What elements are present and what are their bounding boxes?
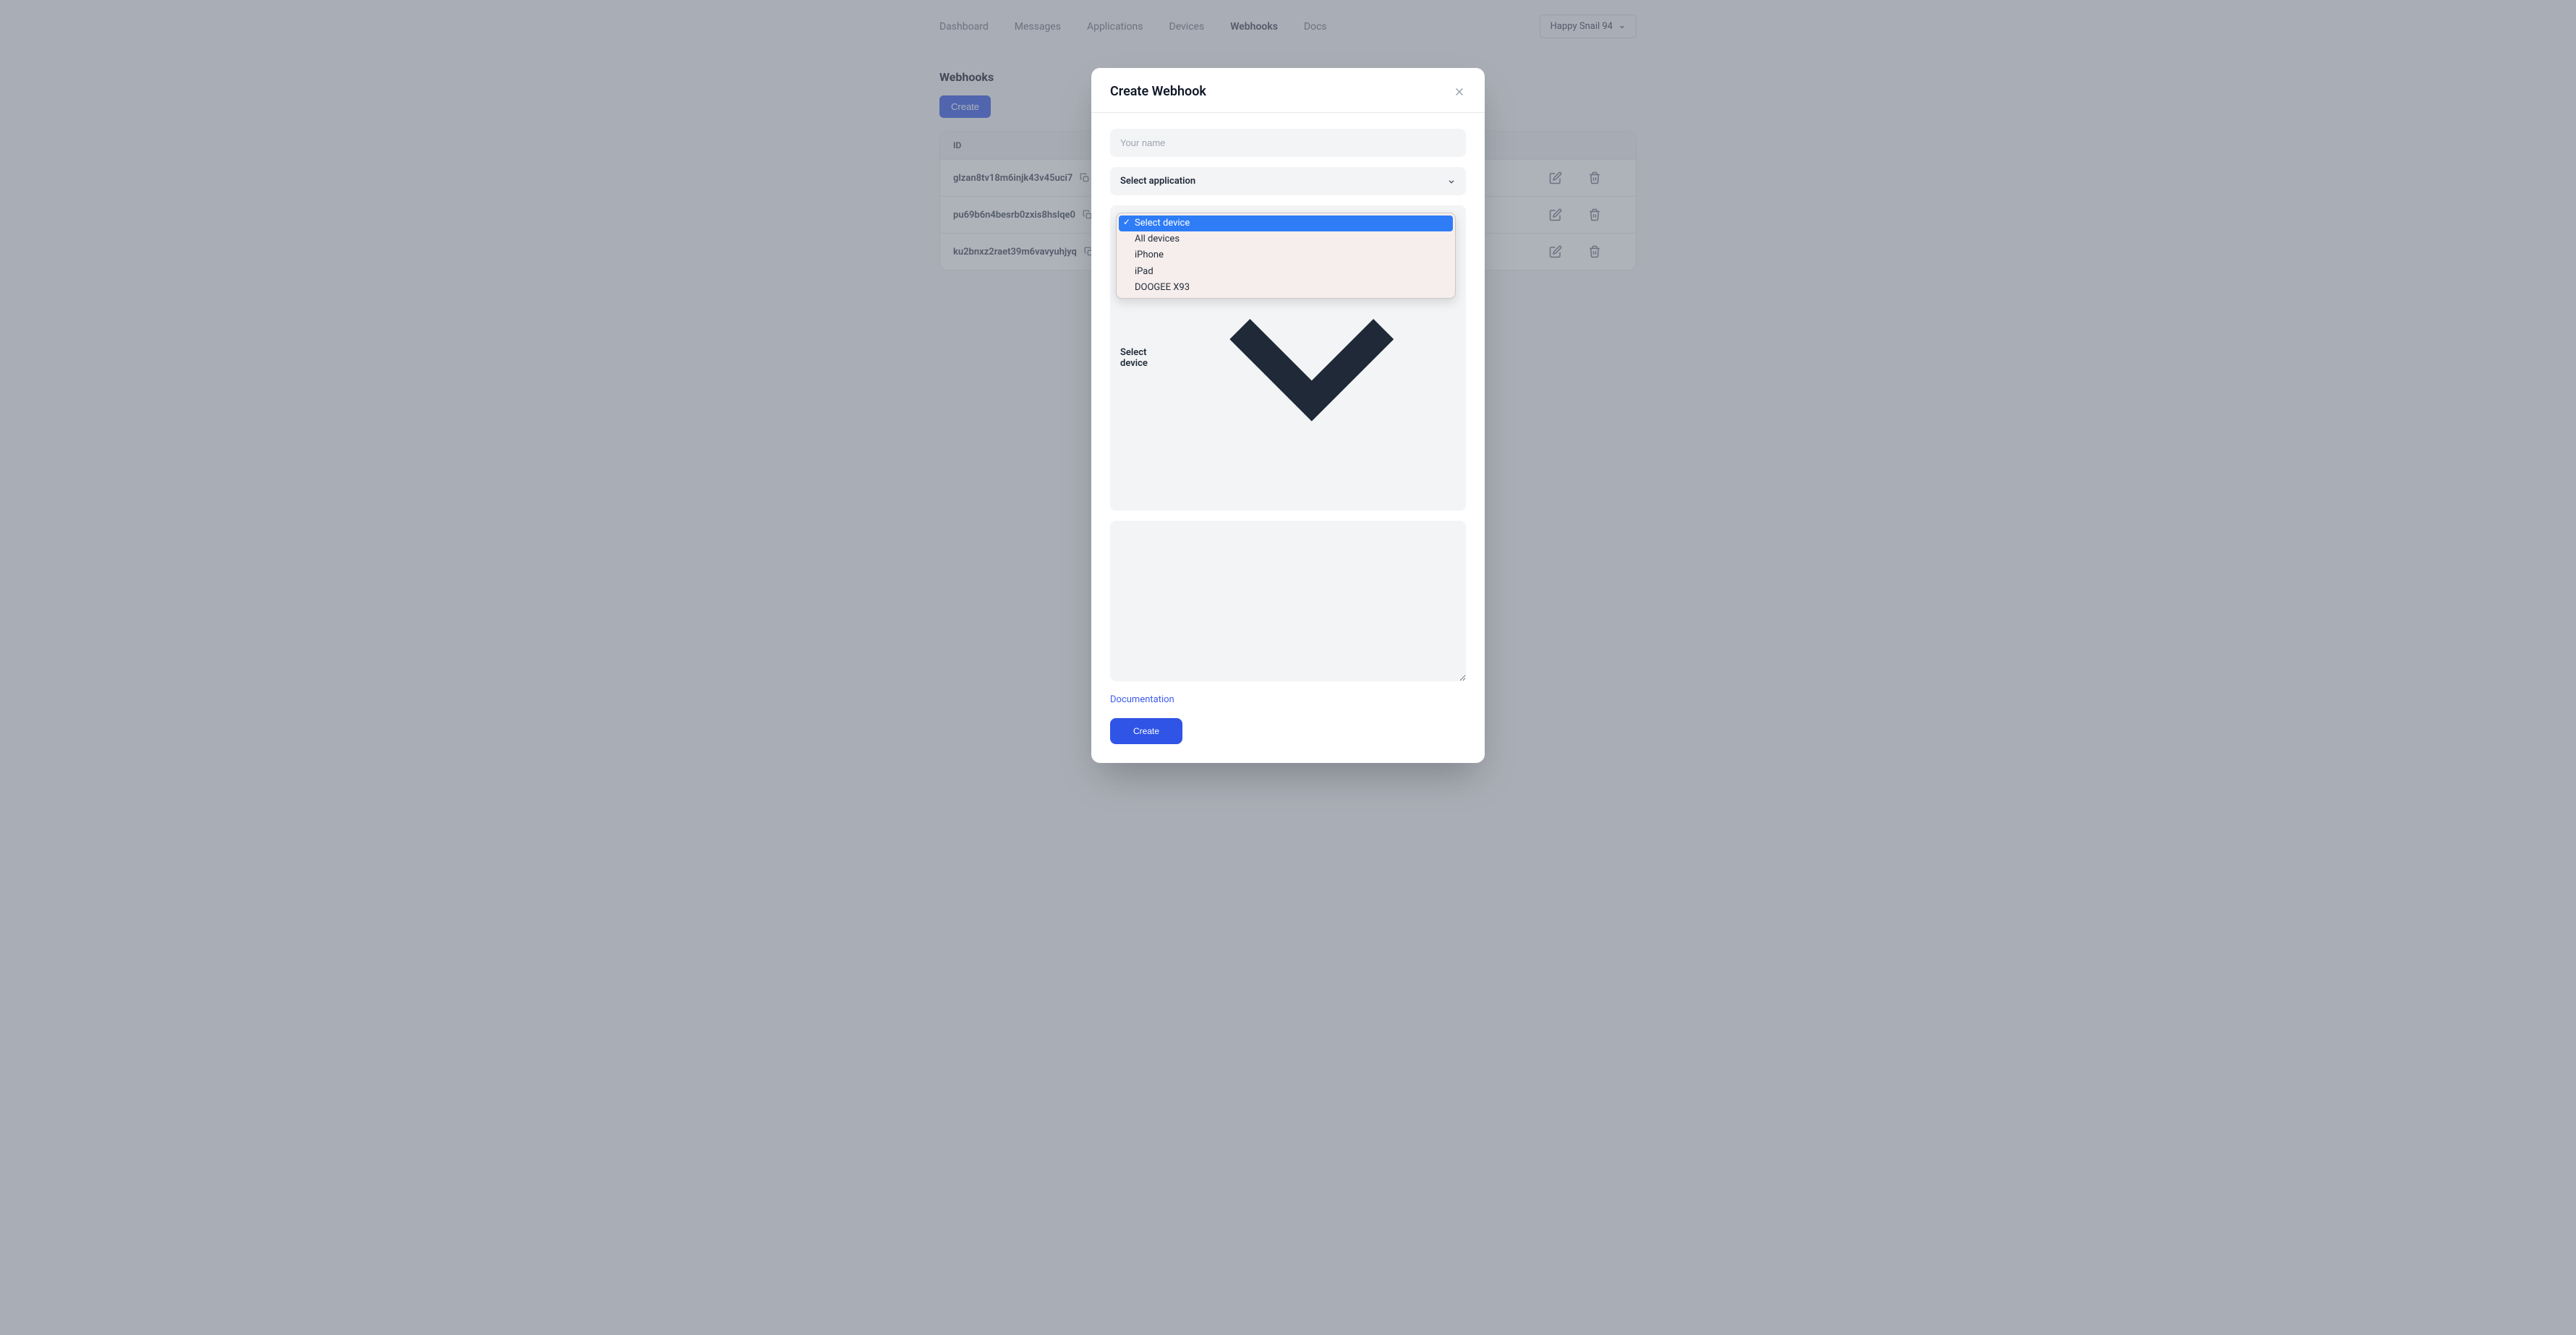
payload-textarea[interactable] xyxy=(1110,521,1466,681)
close-icon[interactable] xyxy=(1453,85,1466,98)
application-select[interactable]: Select application xyxy=(1110,167,1466,195)
modal-create-button[interactable]: Create xyxy=(1110,718,1182,744)
device-option-all[interactable]: All devices xyxy=(1119,231,1453,247)
modal-title: Create Webhook xyxy=(1110,84,1206,99)
name-input[interactable] xyxy=(1110,129,1466,157)
device-option-iphone[interactable]: iPhone xyxy=(1119,247,1453,263)
device-select-label: Select device xyxy=(1120,347,1168,369)
application-select-label: Select application xyxy=(1120,176,1195,187)
modal-overlay[interactable]: Create Webhook Select application Select… xyxy=(0,0,2576,1335)
device-option-doogee[interactable]: DOOGEE X93 xyxy=(1119,280,1453,296)
create-webhook-modal: Create Webhook Select application Select… xyxy=(1091,68,1485,763)
device-option-select[interactable]: Select device xyxy=(1119,216,1453,231)
documentation-link[interactable]: Documentation xyxy=(1110,694,1174,705)
device-dropdown: Select device All devices iPhone iPad DO… xyxy=(1116,213,1456,299)
device-option-ipad[interactable]: iPad xyxy=(1119,264,1453,280)
chevron-down-icon xyxy=(1447,177,1456,186)
device-select[interactable]: Select device Select device All devices … xyxy=(1110,205,1466,511)
